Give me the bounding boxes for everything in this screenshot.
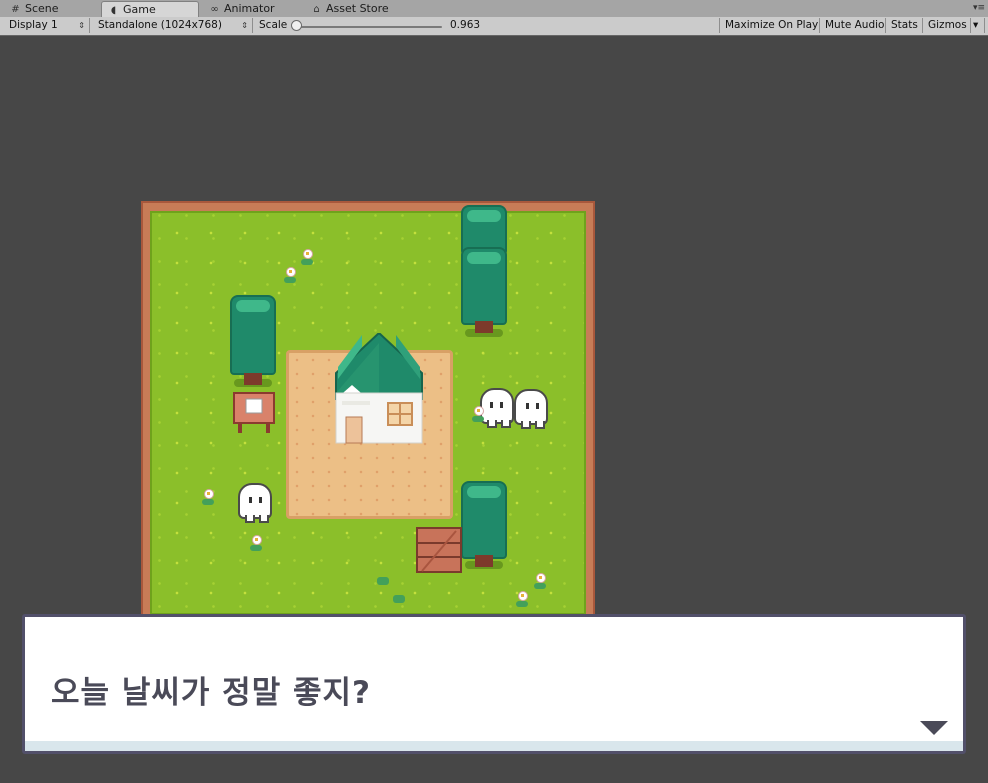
tab-game-label: Game — [123, 3, 156, 16]
tree-sprite — [461, 205, 507, 345]
dialogue-panel: 오늘 날씨가 정말 좋지? — [25, 617, 963, 751]
tab-game[interactable]: ◖ Game — [101, 1, 199, 18]
grid-icon: # — [11, 4, 20, 15]
house-icon — [335, 331, 423, 444]
dialogue-box[interactable]: 오늘 날씨가 정말 좋지? — [22, 614, 966, 754]
scale-value: 0.963 — [450, 19, 481, 31]
game-toolbar: Display 1 ⇕ Standalone (1024x768) ⇕ Scal… — [0, 17, 988, 36]
store-icon: ⌂ — [313, 4, 320, 15]
dialogue-text: 오늘 날씨가 정말 좋지? — [51, 675, 372, 711]
tab-scene-label: Scene — [25, 2, 59, 15]
editor-tab-bar: # Scene ◖ Game ∞ Animator ⌂ Asset Store ▾≡ — [0, 0, 988, 18]
signboard-sprite — [232, 389, 276, 433]
sprout-sprite — [377, 577, 389, 585]
animator-icon: ∞ — [210, 4, 219, 15]
scale-slider-thumb[interactable] — [291, 20, 302, 31]
tab-asset-store[interactable]: ⌂ Asset Store — [305, 1, 395, 17]
tree-sprite — [230, 295, 276, 395]
tab-animator[interactable]: ∞ Animator — [203, 1, 281, 17]
house-sprite — [332, 331, 426, 444]
tab-asset-store-label: Asset Store — [326, 2, 389, 15]
display-dropdown[interactable]: Display 1 ⇕ — [4, 18, 90, 33]
flower-sprite — [471, 406, 485, 426]
scale-slider-track[interactable] — [296, 26, 442, 28]
crate-sprite — [416, 527, 462, 573]
stats-toggle[interactable]: Stats — [886, 18, 923, 33]
resolution-dropdown-label: Standalone (1024x768) — [98, 19, 222, 31]
tree-sprite — [461, 481, 507, 575]
scale-label: Scale — [259, 19, 288, 31]
bunny-character — [514, 389, 548, 429]
game-map — [141, 201, 595, 621]
flower-sprite — [249, 535, 263, 555]
ghost-character — [480, 388, 514, 428]
tab-scene[interactable]: # Scene — [4, 1, 65, 17]
flower-sprite — [201, 489, 215, 509]
gizmos-toggle[interactable]: Gizmos — [923, 18, 971, 33]
flower-sprite — [533, 573, 547, 593]
maximize-on-play-toggle[interactable]: Maximize On Play — [719, 18, 820, 33]
ghost-character — [238, 483, 272, 523]
continue-arrow-icon[interactable] — [920, 721, 948, 735]
sprout-sprite — [393, 595, 405, 603]
flower-sprite — [283, 267, 297, 287]
flower-sprite — [515, 591, 529, 611]
grass-field — [150, 205, 586, 615]
display-dropdown-label: Display 1 — [9, 19, 58, 31]
mute-audio-toggle[interactable]: Mute Audio — [820, 18, 886, 33]
tab-animator-label: Animator — [224, 2, 275, 15]
dropdown-arrow-icon: ⇕ — [78, 21, 85, 30]
dropdown-arrow-icon: ⇕ — [241, 21, 248, 30]
resolution-dropdown[interactable]: Standalone (1024x768) ⇕ — [93, 18, 253, 33]
gizmos-dropdown-icon[interactable]: ▾ — [971, 18, 985, 33]
flower-sprite — [300, 249, 314, 269]
tab-menu-icon[interactable]: ▾≡ — [973, 3, 985, 13]
